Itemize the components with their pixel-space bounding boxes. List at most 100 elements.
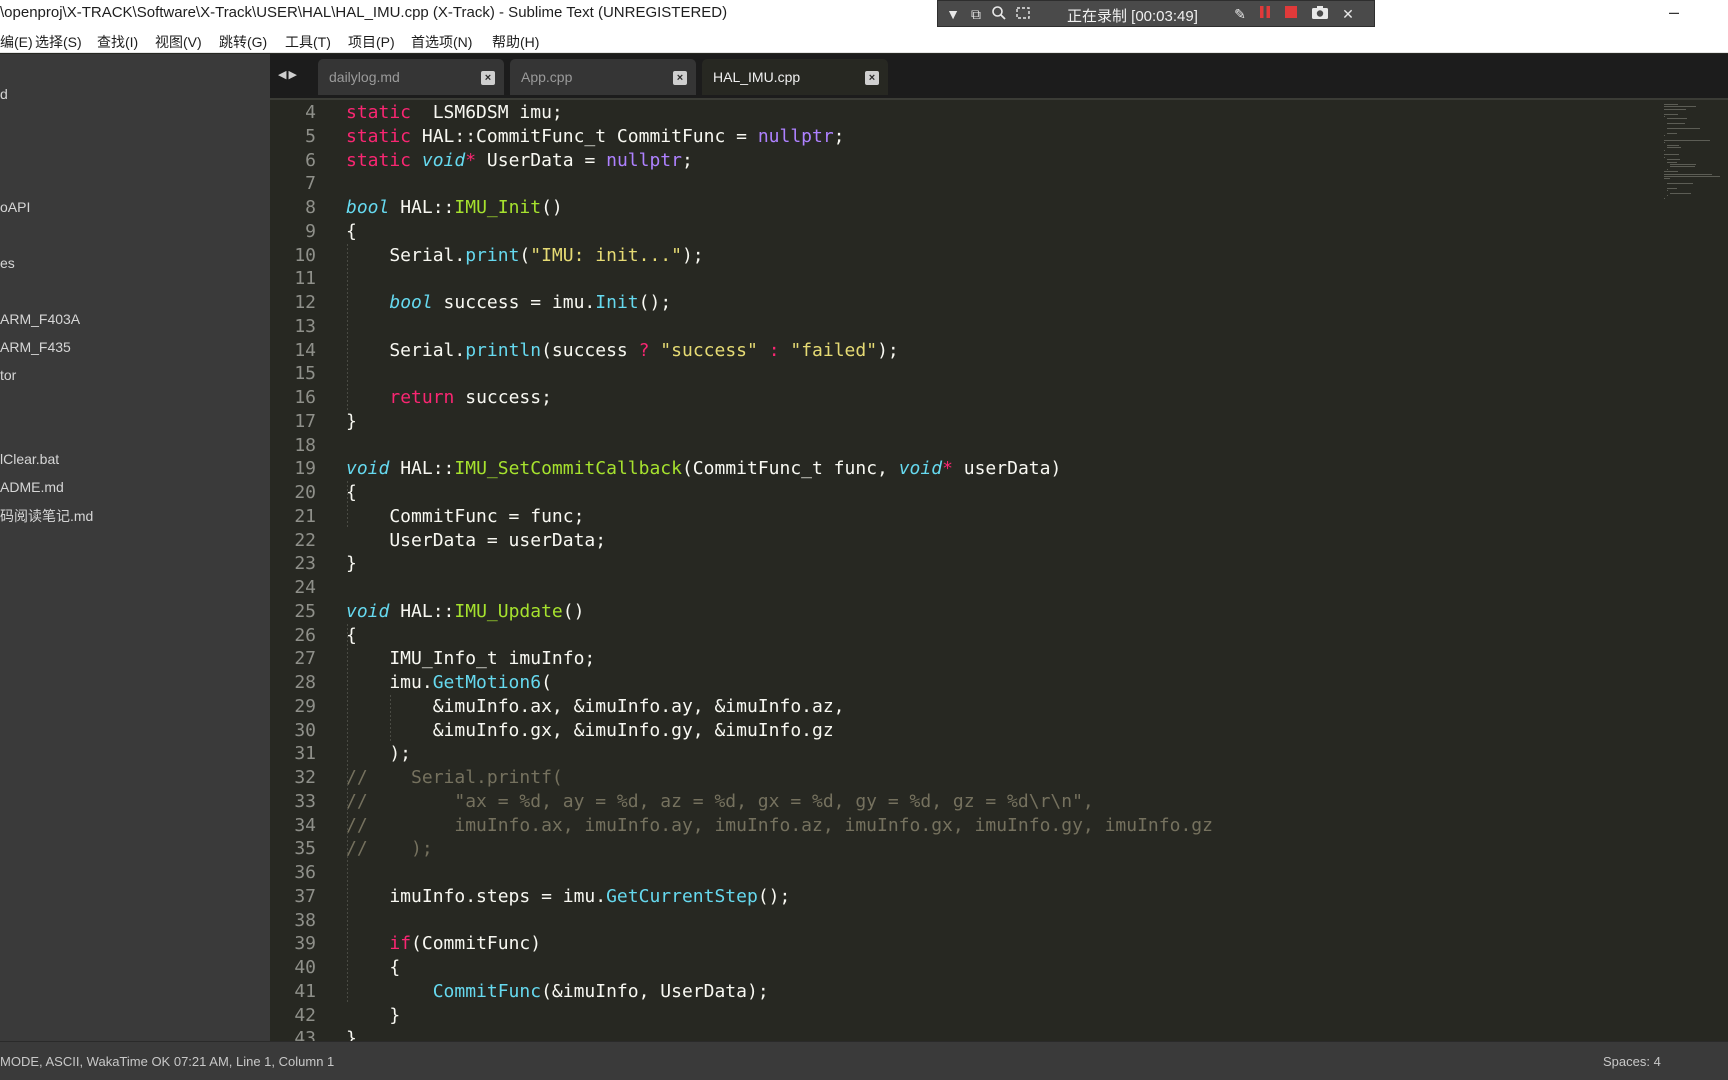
- line-content: Serial.print("IMU: init...");: [346, 244, 703, 267]
- menu-selection[interactable]: 选择(S): [35, 32, 82, 52]
- menu-view[interactable]: 视图(V): [155, 32, 202, 52]
- code-token: *: [465, 149, 477, 171]
- recording-status: 正在录制 [00:03:49]: [1067, 8, 1198, 25]
- sidebar-item[interactable]: oAPI: [0, 199, 30, 215]
- minimap-line: [1664, 154, 1680, 156]
- indent-guide: [347, 623, 348, 1004]
- dropdown-icon[interactable]: ▼: [944, 5, 962, 23]
- line-content: void HAL::IMU_SetCommitCallback(CommitFu…: [346, 457, 1061, 480]
- line-number: 14: [294, 339, 316, 361]
- minimap-line: [1666, 168, 1669, 170]
- line-content: {: [346, 956, 400, 979]
- tab-close-icon[interactable]: ×: [673, 71, 687, 85]
- code-editor[interactable]: 4 static LSM6DSM imu; 5 static HAL::CommitF…: [270, 100, 1728, 1041]
- line-number: 11: [294, 268, 316, 290]
- menu-find[interactable]: 查找(I): [97, 32, 138, 52]
- minimap[interactable]: [1662, 100, 1728, 210]
- line-number: 18: [294, 434, 316, 456]
- code-token: GetMotion6: [432, 672, 542, 693]
- line-number: 16: [294, 387, 316, 408]
- pen-icon[interactable]: ✎: [1231, 5, 1249, 23]
- code-token: bool: [389, 292, 433, 313]
- menu-help[interactable]: 帮助(H): [492, 32, 539, 52]
- sidebar-item[interactable]: ADME.md: [0, 479, 64, 495]
- zoom-icon[interactable]: [990, 5, 1008, 23]
- menu-goto[interactable]: 跳转(G): [219, 32, 267, 52]
- code-token: :: [768, 339, 780, 361]
- sidebar-item[interactable]: ARM_F403A: [0, 311, 80, 327]
- tab-bar: ◀▶ dailylog.md × App.cpp × HAL_IMU.cpp ×: [270, 54, 1728, 100]
- code-token: (success: [541, 339, 639, 361]
- tab-scroll-arrows-icon[interactable]: ◀▶: [278, 68, 299, 81]
- minimap-line: [1664, 176, 1720, 177]
- line-number: 31: [294, 743, 316, 765]
- minimap-line: [1666, 183, 1693, 185]
- sidebar-item[interactable]: es: [0, 255, 15, 271]
- menu-project[interactable]: 项目(P): [348, 32, 395, 52]
- code-token: Init: [595, 292, 639, 313]
- minimap-line: [1669, 164, 1697, 165]
- menu-bar: 编(E) 选择(S) 查找(I) 视图(V) 跳转(G) 工具(T) 项目(P)…: [0, 28, 1728, 53]
- code-token: // );: [346, 838, 433, 860]
- line-number: 38: [294, 909, 316, 931]
- camera-icon[interactable]: [1311, 5, 1329, 23]
- minimap-line: [1664, 197, 1665, 199]
- menu-tools[interactable]: 工具(T): [285, 32, 331, 52]
- tab-dailylog[interactable]: dailylog.md ×: [318, 59, 504, 95]
- sidebar-item[interactable]: lClear.bat: [0, 451, 59, 467]
- line-number: 22: [294, 529, 316, 551]
- stop-icon[interactable]: [1282, 5, 1300, 23]
- code-token: IMU_Init: [454, 197, 542, 218]
- recorder-toolbar: ▼ ⧉ 正在录制 [00:03:49] ✎ ✕: [937, 0, 1375, 27]
- menu-edit[interactable]: 编(E): [0, 32, 33, 52]
- code-token: ;: [681, 149, 693, 171]
- code-token: (): [562, 600, 585, 622]
- minimize-button[interactable]: –: [1664, 0, 1684, 26]
- line-number: 30: [294, 719, 316, 741]
- line-content: CommitFunc(&imuInfo, UserData);: [346, 980, 769, 1003]
- tab-close-icon[interactable]: ×: [481, 71, 495, 85]
- minimap-line: [1664, 149, 1665, 151]
- window-title: \openproj\X-TRACK\Software\X-Track\USER\…: [0, 4, 728, 21]
- code-token: static: [346, 102, 412, 123]
- sidebar-item[interactable]: d: [0, 86, 8, 102]
- code-token: UserData =: [476, 149, 607, 171]
- status-info: MODE, ASCII, WakaTime OK 07:21 AM, Line …: [0, 1054, 335, 1069]
- code-token: void: [346, 600, 390, 622]
- line-number: 27: [294, 648, 316, 670]
- code-token: void: [421, 149, 466, 171]
- minimap-line: [1664, 113, 1678, 115]
- line-content: return success;: [346, 386, 552, 409]
- line-number: 34: [294, 814, 316, 836]
- indent-guide: [390, 694, 392, 743]
- code-token: imu.: [346, 672, 433, 693]
- line-number: 17: [294, 410, 316, 432]
- tab-close-icon[interactable]: ×: [865, 71, 879, 85]
- line-content: bool success = imu.Init();: [346, 291, 671, 314]
- code-token: );: [877, 339, 899, 361]
- windows-icon[interactable]: ⧉: [967, 5, 985, 23]
- line-number: 13: [294, 315, 316, 337]
- sidebar-item[interactable]: 码阅读笔记.md: [0, 506, 93, 526]
- line-content: );: [346, 742, 411, 765]
- tab-app[interactable]: App.cpp ×: [510, 59, 696, 95]
- minimap-line: [1664, 104, 1678, 105]
- tab-hal-imu[interactable]: HAL_IMU.cpp ×: [702, 59, 888, 95]
- line-content: UserData = userData;: [346, 529, 606, 552]
- line-content: Serial.println(success ? "success" : "fa…: [346, 339, 899, 362]
- pause-icon[interactable]: [1256, 5, 1274, 23]
- indentation-status[interactable]: Spaces: 4: [1603, 1054, 1661, 1069]
- menu-preferences[interactable]: 首选项(N): [411, 32, 472, 52]
- sidebar-item[interactable]: tor: [0, 367, 16, 383]
- region-icon[interactable]: [1014, 5, 1032, 23]
- code-token: print: [465, 244, 520, 266]
- close-icon[interactable]: ✕: [1339, 5, 1357, 23]
- sidebar-item[interactable]: ARM_F435: [0, 339, 71, 355]
- line-content: imu.GetMotion6(: [346, 671, 552, 694]
- code-token: void: [346, 458, 390, 480]
- code-token: IMU_Update: [454, 600, 563, 622]
- minimap-line: [1664, 142, 1665, 144]
